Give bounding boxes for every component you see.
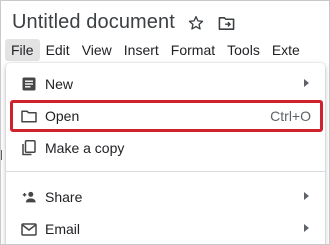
- menu-item-email[interactable]: Email: [6, 213, 325, 244]
- document-icon: [21, 76, 37, 92]
- menu-item-label: Make a copy: [45, 140, 125, 156]
- menu-bar: File Edit View Insert Format Tools Exte: [5, 39, 306, 61]
- add-person-icon: [21, 189, 37, 205]
- menu-format[interactable]: Format: [165, 39, 221, 61]
- menu-edit[interactable]: Edit: [40, 39, 76, 61]
- folder-icon: [21, 108, 37, 124]
- submenu-arrow-icon: [304, 224, 309, 232]
- menu-divider: [6, 171, 325, 172]
- star-icon[interactable]: [188, 15, 204, 31]
- menu-item-label: New: [45, 76, 74, 92]
- copy-icon: [21, 140, 37, 156]
- menu-view[interactable]: View: [76, 39, 118, 61]
- submenu-arrow-icon: [304, 79, 309, 87]
- menu-file[interactable]: File: [5, 39, 40, 61]
- menu-item-share[interactable]: Share: [6, 181, 325, 213]
- docs-window: Untitled document File Edit View Insert …: [0, 0, 330, 245]
- menu-insert[interactable]: Insert: [118, 39, 165, 61]
- move-to-folder-icon[interactable]: [218, 16, 235, 31]
- menu-item-label: Open: [45, 108, 80, 124]
- menu-item-label: Email: [45, 221, 81, 237]
- menu-item-make-a-copy[interactable]: Make a copy: [6, 132, 325, 164]
- keyboard-shortcut: Ctrl+O: [270, 108, 311, 124]
- file-menu-dropdown: New Open Ctrl+O Make a copy Share Email: [6, 63, 325, 244]
- menu-item-label: Share: [45, 189, 83, 205]
- submenu-arrow-icon: [304, 192, 309, 200]
- menu-tools[interactable]: Tools: [221, 39, 266, 61]
- menu-item-open[interactable]: Open Ctrl+O: [6, 100, 325, 132]
- menu-item-new[interactable]: New: [6, 68, 325, 100]
- menu-extensions[interactable]: Exte: [266, 39, 306, 61]
- email-icon: [21, 221, 37, 237]
- title-actions: [188, 15, 235, 31]
- document-title[interactable]: Untitled document: [12, 11, 175, 34]
